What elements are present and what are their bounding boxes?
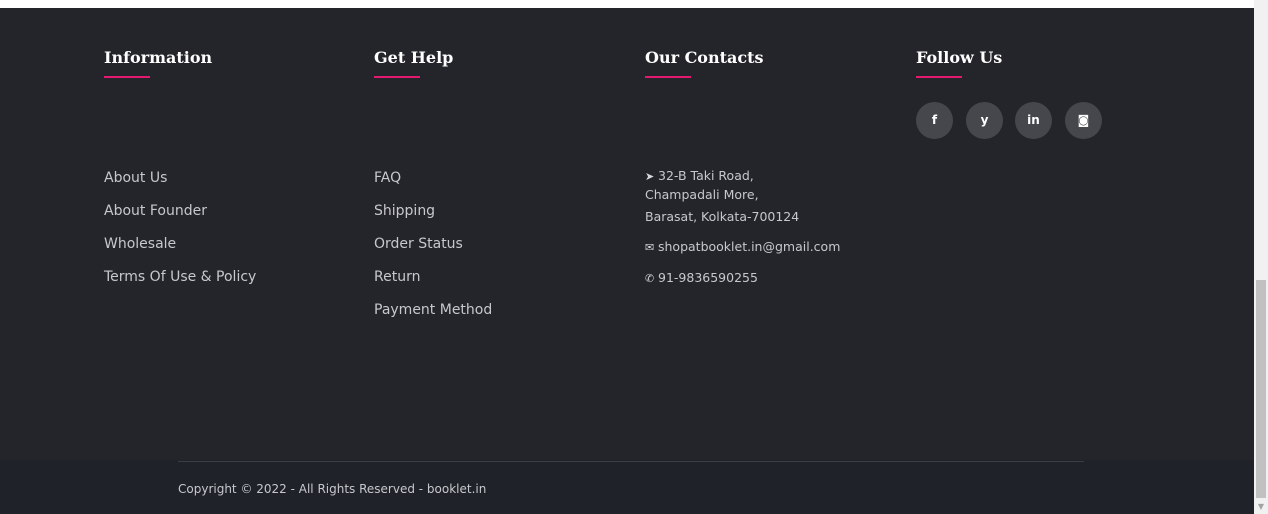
list-item: Payment Method <box>374 300 492 333</box>
footer-divider <box>178 461 1084 462</box>
wholesale-link[interactable]: Wholesale <box>104 236 176 252</box>
email-link[interactable]: shopatbooklet.in@gmail.com <box>658 239 840 254</box>
faq-link[interactable]: FAQ <box>374 170 401 186</box>
facebook-icon[interactable]: f <box>916 102 953 139</box>
payment-method-link[interactable]: Payment Method <box>374 302 492 318</box>
linkedin-icon[interactable]: in <box>1015 102 1052 139</box>
shipping-link[interactable]: Shipping <box>374 203 435 219</box>
follow-underline <box>916 76 962 78</box>
about-us-link[interactable]: About Us <box>104 170 167 186</box>
phone-text: 91-9836590255 <box>658 270 758 285</box>
order-status-link[interactable]: Order Status <box>374 236 463 252</box>
information-heading: Information <box>104 48 213 67</box>
list-item: Return <box>374 267 492 300</box>
location-arrow-icon: ➤ <box>645 170 655 183</box>
get-help-heading: Get Help <box>374 48 454 67</box>
get-help-underline <box>374 76 420 78</box>
phone-icon: ✆ <box>645 272 655 285</box>
list-item: About Us <box>104 168 256 201</box>
list-item: Shipping <box>374 201 492 234</box>
contacts-underline <box>645 76 691 78</box>
scrollbar-thumb[interactable] <box>1256 280 1266 498</box>
contact-email: ✉ shopatbooklet.in@gmail.com <box>645 239 840 254</box>
contact-address-line3: Barasat, Kolkata-700124 <box>645 209 800 224</box>
contact-phone: ✆ 91-9836590255 <box>645 270 758 285</box>
about-founder-link[interactable]: About Founder <box>104 203 207 219</box>
information-links: About Us About Founder Wholesale Terms O… <box>104 168 256 300</box>
scroll-down-icon[interactable]: ▼ <box>1254 500 1268 514</box>
list-item: Terms Of Use & Policy <box>104 267 256 300</box>
copyright-text: Copyright © 2022 - All Rights Reserved -… <box>178 482 487 496</box>
address-line1-text: 32-B Taki Road, <box>658 168 754 183</box>
contact-address-line1: ➤ 32-B Taki Road, <box>645 168 754 183</box>
envelope-icon: ✉ <box>645 241 655 254</box>
twitter-icon[interactable]: y <box>966 102 1003 139</box>
follow-heading: Follow Us <box>916 48 1003 67</box>
footer-bottom: Copyright © 2022 - All Rights Reserved -… <box>0 460 1254 514</box>
information-underline <box>104 76 150 78</box>
list-item: About Founder <box>104 201 256 234</box>
contacts-heading: Our Contacts <box>645 48 764 67</box>
list-item: FAQ <box>374 168 492 201</box>
footer-main: Information About Us About Founder Whole… <box>0 8 1254 460</box>
return-link[interactable]: Return <box>374 269 420 285</box>
terms-link[interactable]: Terms Of Use & Policy <box>104 269 256 285</box>
contact-address-line2: Champadali More, <box>645 187 759 202</box>
list-item: Wholesale <box>104 234 256 267</box>
instagram-icon[interactable]: ◙ <box>1065 102 1102 139</box>
get-help-links: FAQ Shipping Order Status Return Payment… <box>374 168 492 333</box>
page-scrollbar[interactable]: ▼ <box>1254 0 1268 514</box>
list-item: Order Status <box>374 234 492 267</box>
